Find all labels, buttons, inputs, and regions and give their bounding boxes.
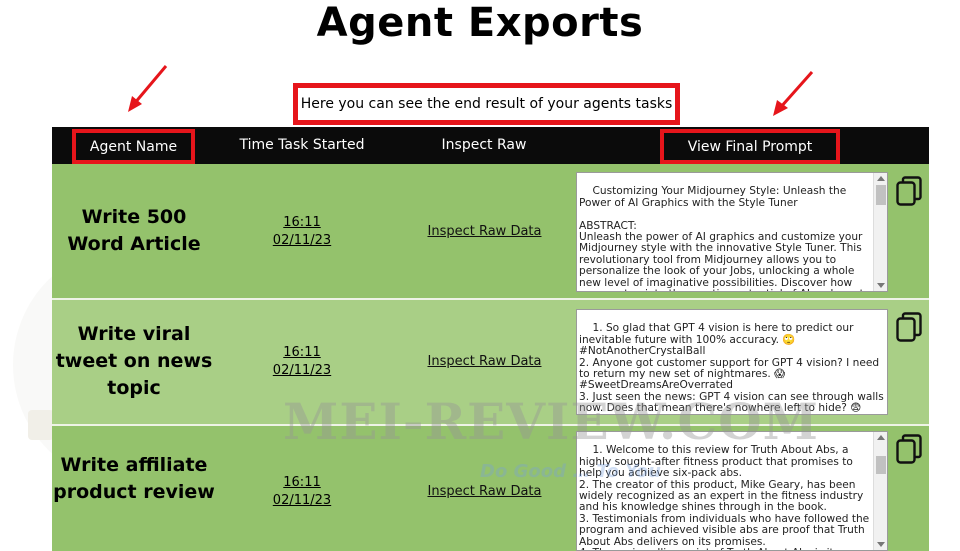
inspect-raw-data-link[interactable]: Inspect Raw Data	[427, 354, 542, 369]
table-header: Agent Name Time Task Started Inspect Raw…	[52, 127, 929, 164]
task-time-clock: 16:11	[283, 215, 321, 230]
task-date: 02/11/23	[272, 233, 332, 248]
task-date: 02/11/23	[272, 363, 332, 378]
watermark-brand: MEI-REVIEW.COM	[283, 392, 820, 451]
copy-icon[interactable]	[896, 312, 922, 342]
task-time-clock: 16:11	[283, 475, 321, 490]
task-time: 16:11 02/11/23	[272, 474, 332, 510]
header-final-prompt: View Final Prompt	[660, 129, 840, 164]
scroll-thumb[interactable]	[876, 185, 886, 205]
page-title: Agent Exports	[316, 0, 644, 46]
inspect-raw-data-link[interactable]: Inspect Raw Data	[427, 484, 542, 499]
prompt-scrollbar[interactable]	[873, 173, 887, 291]
copy-icon[interactable]	[896, 434, 922, 464]
task-date: 02/11/23	[272, 493, 332, 508]
header-time-started: Time Task Started	[239, 137, 365, 153]
header-agent-name-label: Agent Name	[89, 138, 178, 155]
header-final-prompt-label: View Final Prompt	[687, 138, 813, 155]
header-agent-name: Agent Name	[72, 129, 195, 164]
scroll-up-arrow-icon[interactable]	[877, 176, 885, 181]
red-arrow-icon	[128, 65, 168, 112]
watermark-tagline: Do Good … To You	[480, 461, 661, 482]
task-time-clock: 16:11	[283, 345, 321, 360]
task-time: 16:11 02/11/23	[272, 214, 332, 250]
scroll-thumb[interactable]	[876, 456, 886, 474]
scroll-down-arrow-icon[interactable]	[877, 283, 885, 288]
inspect-raw-data-link[interactable]: Inspect Raw Data	[427, 224, 542, 239]
table-row: Write 500 Word Article 16:11 02/11/23 In…	[52, 164, 929, 298]
subtitle-callout: Here you can see the end result of your …	[293, 83, 680, 125]
header-inspect-raw: Inspect Raw	[441, 137, 527, 153]
agent-name: Write affiliate product review	[53, 454, 215, 503]
prompt-scrollbar[interactable]	[873, 432, 887, 550]
subtitle-text: Here you can see the end result of your …	[300, 96, 673, 112]
scroll-down-arrow-icon[interactable]	[877, 542, 885, 547]
agent-name: Write 500 Word Article	[67, 206, 201, 255]
red-arrow-icon	[773, 71, 814, 116]
copy-icon[interactable]	[896, 176, 922, 206]
final-prompt-textarea[interactable]: Customizing Your Midjourney Style: Unlea…	[576, 172, 888, 292]
task-time: 16:11 02/11/23	[272, 344, 332, 380]
agent-name: Write viral tweet on news topic	[55, 323, 213, 399]
scroll-up-arrow-icon[interactable]	[877, 435, 885, 440]
final-prompt-text: Customizing Your Midjourney Style: Unlea…	[579, 185, 870, 291]
